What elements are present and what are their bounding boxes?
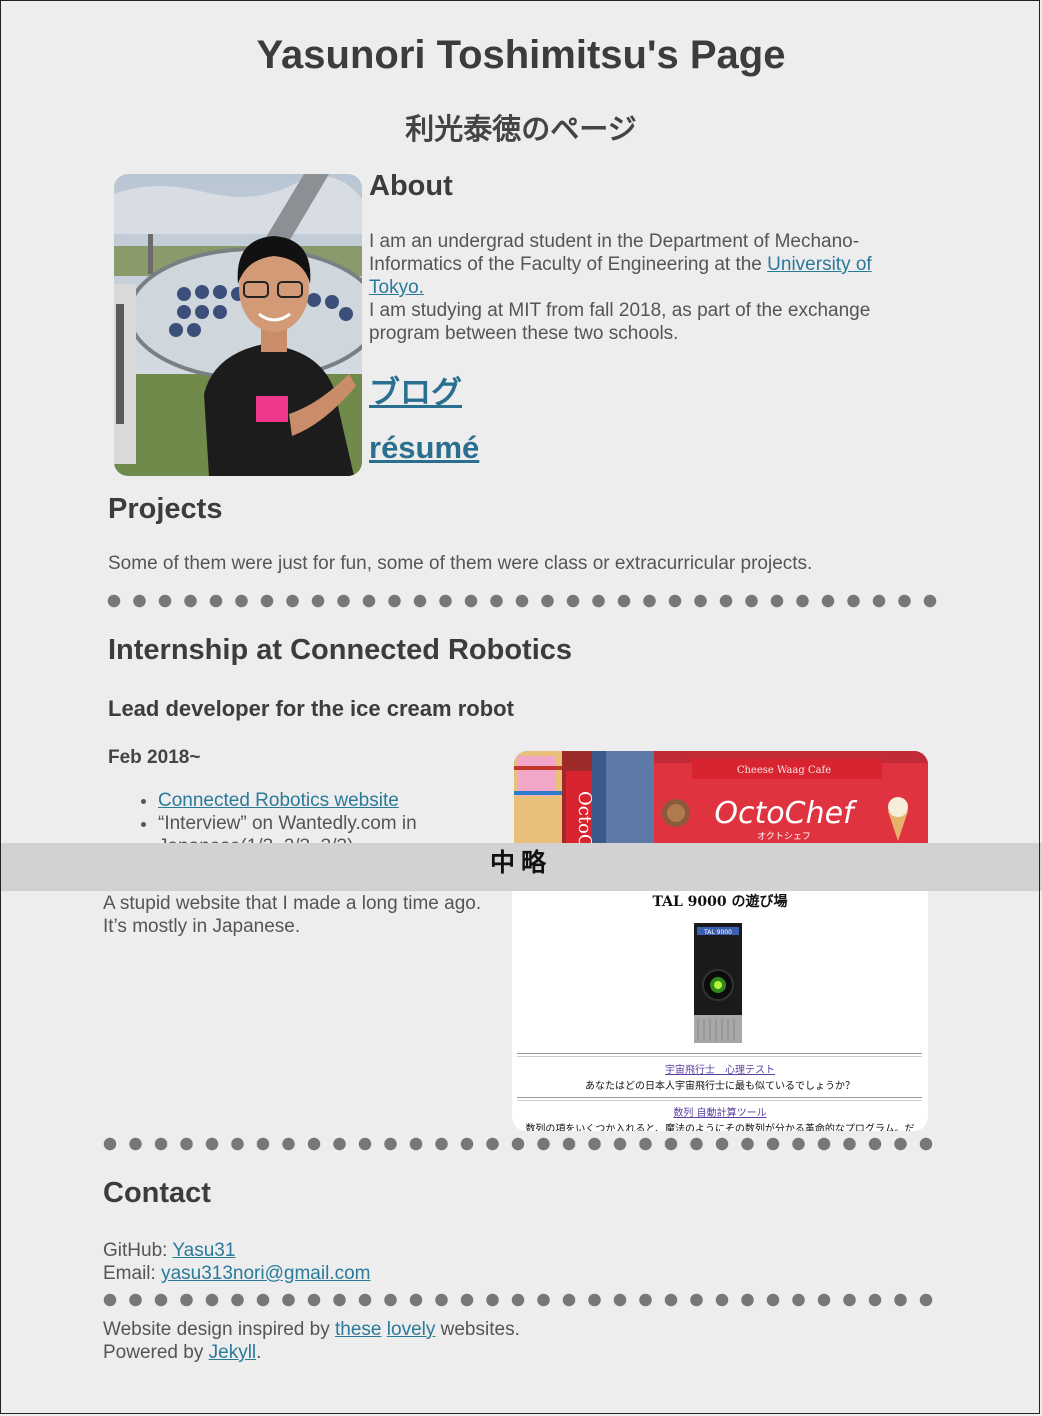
- tal9000-device-label: TAL 9000: [703, 929, 732, 936]
- svg-text:OctoC: OctoC: [574, 791, 595, 848]
- projects-intro: Some of them were just for fun, some of …: [108, 553, 813, 574]
- footer: Website design inspired by these lovely …: [103, 1318, 520, 1364]
- octochef-brand-text: OctoChef: [714, 796, 858, 831]
- github-link[interactable]: Yasu31: [172, 1240, 235, 1261]
- powered-by-suffix: .: [256, 1342, 262, 1363]
- old-site-divider: [517, 1097, 922, 1101]
- footer-credit-line: Website design inspired by these lovely …: [103, 1318, 520, 1341]
- profile-photo: [114, 174, 362, 476]
- old-site-description: A stupid website that I made a long time…: [103, 893, 482, 937]
- connected-robotics-link[interactable]: Connected Robotics website: [158, 790, 399, 811]
- contact-info: GitHub: Yasu31 Email: yasu313nori@gmail.…: [103, 1239, 370, 1285]
- astronaut-test-link[interactable]: 宇宙飛行士 心理テスト: [512, 1061, 928, 1076]
- internship-date: Feb 2018~: [108, 747, 201, 768]
- contact-heading: Contact: [103, 1177, 211, 1209]
- dotted-divider: [103, 1137, 937, 1151]
- projects-heading: Projects: [108, 493, 223, 525]
- lovely-link[interactable]: lovely: [387, 1319, 436, 1340]
- resume-link[interactable]: résumé: [369, 430, 479, 466]
- jekyll-link[interactable]: Jekyll: [209, 1342, 257, 1363]
- footer-prefix: Website design inspired by: [103, 1319, 330, 1340]
- about-paragraph: I am an undergrad student in the Departm…: [369, 230, 904, 345]
- email-line: Email: yasu313nori@gmail.com: [103, 1262, 370, 1285]
- github-label: GitHub:: [103, 1240, 168, 1261]
- page-subtitle: 利光泰徳のページ: [405, 112, 637, 146]
- about-text-2: I am studying at MIT from fall 2018, as …: [369, 300, 871, 344]
- internship-heading: Internship at Connected Robotics: [108, 634, 573, 666]
- octochef-brand-kana: オクトシェフ: [757, 831, 811, 842]
- astronaut-test-description: あなたはどの日本人宇宙飛行士に最も似ているでしょうか？: [585, 1081, 855, 1092]
- octochef-sign-text: Cheese Waag Cafe: [737, 765, 831, 776]
- profile-photo-graphic: [114, 174, 362, 476]
- omitted-section-banner: 中略: [0, 843, 1042, 891]
- dotted-divider: [107, 594, 937, 608]
- sequence-tool-description: 数列の項をいくつか入れると、魔法のようにその数列が分かる革命的なプログラム。だ: [525, 1124, 915, 1131]
- old-site-title: TAL 9000 の遊び場: [652, 894, 788, 910]
- these-link[interactable]: these: [335, 1319, 381, 1340]
- old-site-divider: [517, 1053, 922, 1057]
- sequence-tool-link[interactable]: 数列 自動計算ツール: [512, 1104, 928, 1119]
- github-line: GitHub: Yasu31: [103, 1239, 370, 1262]
- email-link[interactable]: yasu313nori@gmail.com: [161, 1263, 370, 1284]
- old-site-screenshot: TAL 9000 の遊び場 TAL 9000 宇宙飛行士 心理テスト あなたはど…: [512, 891, 928, 1131]
- internship-subheading: Lead developer for the ice cream robot: [108, 696, 514, 721]
- page-title: Yasunori Toshimitsu's Page: [256, 33, 786, 77]
- powered-by-label: Powered by: [103, 1342, 204, 1363]
- tal9000-device-graphic: TAL 9000: [694, 923, 742, 1043]
- about-heading: About: [369, 170, 453, 202]
- footer-suffix: websites.: [440, 1319, 520, 1340]
- footer-powered-line: Powered by Jekyll.: [103, 1341, 520, 1364]
- dotted-divider: [103, 1293, 937, 1307]
- email-label: Email:: [103, 1263, 156, 1284]
- blog-link[interactable]: ブログ: [369, 367, 462, 412]
- list-item: Connected Robotics website: [158, 789, 498, 812]
